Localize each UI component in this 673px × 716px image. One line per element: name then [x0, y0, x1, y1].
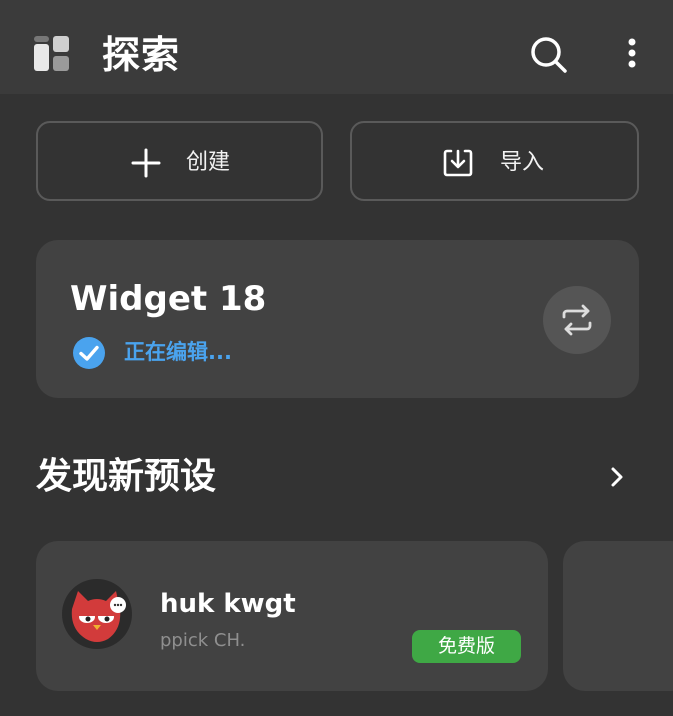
preset-card[interactable]: huk kwgt ppick CH. 免费版 [36, 541, 548, 691]
discover-section-title: 发现新预设 [36, 456, 217, 497]
preset-card-next[interactable] [563, 541, 673, 691]
create-label: 创建 [186, 150, 231, 175]
preset-author: ppick CH. [160, 630, 246, 651]
discover-more-button[interactable] [602, 462, 632, 492]
chevron-right-icon [611, 467, 623, 487]
free-badge: 免费版 [412, 630, 521, 663]
create-button[interactable]: 创建 [36, 121, 323, 201]
check-circle-icon [73, 337, 105, 369]
preset-name: huk kwgt [160, 589, 296, 619]
page-title: 探索 [102, 33, 181, 77]
dashboard-grid-icon [34, 36, 70, 72]
import-tray-icon [443, 149, 473, 177]
widget-name: Widget 18 [70, 279, 267, 319]
current-widget-card[interactable]: Widget 18 正在编辑... [36, 240, 639, 398]
more-vertical-icon [628, 38, 636, 68]
plus-icon [131, 148, 161, 178]
red-owl-avatar [62, 579, 132, 649]
import-label: 导入 [500, 150, 545, 175]
import-button[interactable]: 导入 [350, 121, 639, 201]
swap-widget-button[interactable] [543, 286, 611, 354]
more-options-button[interactable] [620, 36, 644, 72]
top-app-bar: 探索 [0, 0, 673, 94]
widget-status: 正在编辑... [124, 340, 232, 364]
swap-arrows-icon [562, 304, 592, 336]
search-button[interactable] [528, 34, 568, 74]
search-icon [531, 37, 567, 73]
